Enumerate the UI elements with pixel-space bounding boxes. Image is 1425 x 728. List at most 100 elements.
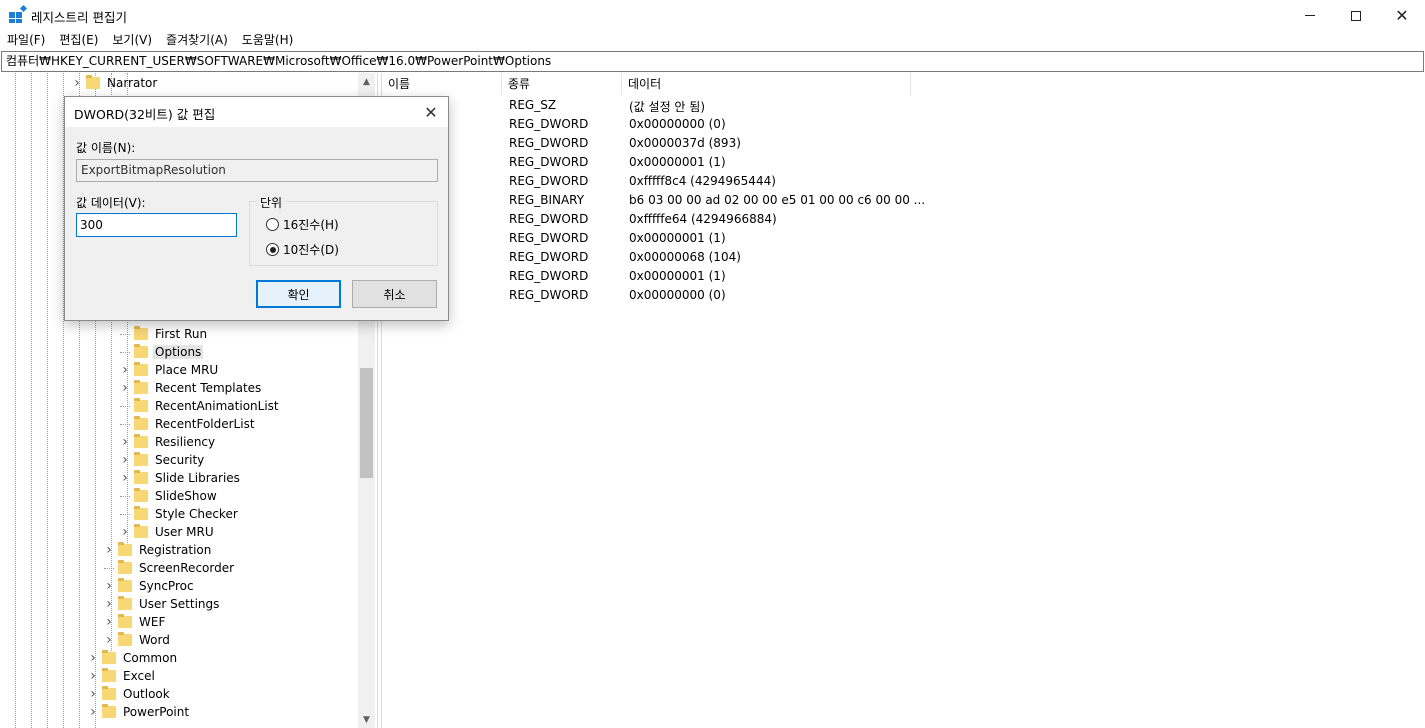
tree-node[interactable]: RecentFolderList [120, 415, 257, 433]
dialog-title: DWORD(32비트) 값 편집 [74, 107, 216, 122]
maximize-icon [1351, 10, 1361, 21]
value-data-input[interactable] [76, 213, 237, 237]
radio-dec-circle[interactable] [266, 243, 279, 256]
menu-favorites[interactable]: 즐겨찾기(A) [159, 31, 235, 51]
column-name[interactable]: 이름 [382, 73, 502, 95]
value-list: 이름 종류 데이터 REG_SZ(값 설정 안 됨)imizedREG_DWOR… [382, 73, 1425, 728]
folder-icon [134, 488, 148, 502]
list-item[interactable]: itmapRe...REG_DWORD0x00000000 (0) [382, 287, 1425, 306]
dialog-close-button[interactable]: ✕ [420, 101, 442, 123]
menu-edit[interactable]: 편집(E) [52, 31, 105, 51]
folder-icon [118, 578, 132, 592]
tree-node[interactable]: Options [120, 343, 204, 361]
tree-node-label: Options [153, 345, 204, 359]
scroll-up-icon[interactable]: ▲ [358, 73, 375, 90]
value-data: (값 설정 안 됨) [629, 100, 706, 114]
list-item[interactable]: REG_SZ (값 설정 안 됨) [382, 97, 1425, 116]
chevron-right-icon[interactable]: › [120, 433, 130, 451]
value-data: 0x00000000 (0) [629, 288, 726, 302]
tree-node[interactable]: › SyncProc [104, 577, 196, 595]
tree-node[interactable]: › Recent Templates [120, 379, 263, 397]
list-item[interactable]: imizedREG_DWORD0x00000000 (0) [382, 116, 1425, 135]
tree-node[interactable]: › Resiliency [120, 433, 217, 451]
tree-node[interactable]: › Excel [88, 667, 157, 685]
address-bar[interactable]: 컴퓨터₩HKEY_CURRENT_USER₩SOFTWARE₩Microsoft… [1, 51, 1424, 72]
chevron-right-icon[interactable]: › [120, 361, 130, 379]
tree-node[interactable]: › Narrator [72, 74, 159, 92]
maximize-button[interactable] [1333, 0, 1379, 31]
chevron-right-icon[interactable]: › [120, 469, 130, 487]
chevron-right-icon[interactable]: › [120, 379, 130, 397]
tree-node[interactable]: › Outlook [88, 685, 172, 703]
tree-connector [120, 333, 130, 335]
chevron-right-icon[interactable]: › [104, 541, 114, 559]
value-type: REG_DWORD [509, 117, 589, 131]
tree-node[interactable]: › Registration [104, 541, 213, 559]
tree-node[interactable]: › Security [120, 451, 206, 469]
scroll-down-icon[interactable]: ▼ [358, 711, 375, 728]
value-data: 0xfffffe64 (4294966884) [629, 212, 777, 226]
tree-node[interactable]: Style Checker [120, 505, 240, 523]
menu-file[interactable]: 파일(F) [0, 31, 52, 51]
chevron-right-icon[interactable]: › [104, 613, 114, 631]
tree-node[interactable]: › PowerPoint [88, 703, 191, 721]
column-data[interactable]: 데이터 [622, 73, 911, 95]
list-item[interactable]: ConfigS...REG_DWORD0x00000001 (1) [382, 230, 1425, 249]
folder-icon [134, 416, 148, 430]
tree-node[interactable]: › Slide Libraries [120, 469, 242, 487]
tree-node-label: Registration [139, 543, 212, 557]
chevron-right-icon[interactable]: › [72, 74, 82, 92]
folder-icon [134, 344, 148, 358]
tree-node[interactable]: › User MRU [120, 523, 216, 541]
chevron-right-icon[interactable]: › [104, 631, 114, 649]
tree-node[interactable]: › Place MRU [120, 361, 220, 379]
scroll-thumb[interactable] [360, 368, 373, 478]
chevron-right-icon[interactable]: › [88, 703, 98, 721]
list-item[interactable]: isibleREG_DWORD0x00000001 (1) [382, 154, 1425, 173]
radio-dec[interactable]: 10진수(D) [266, 241, 339, 258]
chevron-right-icon[interactable]: › [104, 595, 114, 613]
folder-icon [134, 380, 148, 394]
menu-help[interactable]: 도움말(H) [235, 31, 301, 51]
tree-node[interactable]: ScreenRecorder [104, 559, 236, 577]
tree-connector [15, 73, 16, 728]
close-button[interactable]: ✕ [1379, 0, 1425, 31]
menu-view[interactable]: 보기(V) [105, 31, 159, 51]
tree-node[interactable]: SlideShow [120, 487, 219, 505]
chevron-right-icon[interactable]: › [88, 667, 98, 685]
cancel-button[interactable]: 취소 [352, 280, 437, 308]
chevron-right-icon[interactable]: › [104, 577, 114, 595]
chevron-right-icon[interactable]: › [88, 649, 98, 667]
chevron-right-icon[interactable]: › [120, 451, 130, 469]
list-item[interactable]: MgrREG_DWORD0x00000001 (1) [382, 268, 1425, 287]
folder-icon [118, 542, 132, 556]
tree-node[interactable]: First Run [120, 325, 209, 343]
tree-node[interactable]: › Word [104, 631, 172, 649]
ok-button[interactable]: 확인 [256, 280, 341, 308]
tree-node[interactable]: › User Settings [104, 595, 221, 613]
folder-icon [134, 470, 148, 484]
column-type[interactable]: 종류 [502, 73, 622, 95]
dialog-title-bar: DWORD(32비트) 값 편집 ✕ [65, 97, 448, 127]
value-name-field[interactable]: ExportBitmapResolution [76, 159, 438, 182]
tree-node[interactable]: RecentAnimationList [120, 397, 281, 415]
value-type: REG_DWORD [509, 288, 589, 302]
minimize-button[interactable] [1287, 0, 1333, 31]
value-data: 0x0000037d (893) [629, 136, 741, 150]
chevron-right-icon[interactable]: › [88, 685, 98, 703]
radio-hex-circle[interactable] [266, 218, 279, 231]
list-item[interactable]: REG_DWORD 0xfffffe64 (4294966884) [382, 211, 1425, 230]
tree-node[interactable]: › WEF [104, 613, 167, 631]
list-item[interactable]: REG_DWORD 0x0000037d (893) [382, 135, 1425, 154]
tree-connector [104, 567, 114, 569]
radio-hex[interactable]: 16진수(H) [266, 216, 339, 233]
value-type: REG_DWORD [509, 269, 589, 283]
value-data: 0x00000001 (1) [629, 231, 726, 245]
list-item[interactable]: REG_DWORD 0xfffff8c4 (4294965444) [382, 173, 1425, 192]
tree-node[interactable]: › Common [88, 649, 179, 667]
chevron-right-icon[interactable]: › [120, 523, 130, 541]
tree-connector [120, 405, 130, 407]
list-item[interactable]: REG_DWORD 0x00000068 (104) [382, 249, 1425, 268]
tree-node-label: Common [123, 651, 178, 665]
list-item[interactable]: DlgSize...REG_BINARYb6 03 00 00 ad 02 00… [382, 192, 1425, 211]
